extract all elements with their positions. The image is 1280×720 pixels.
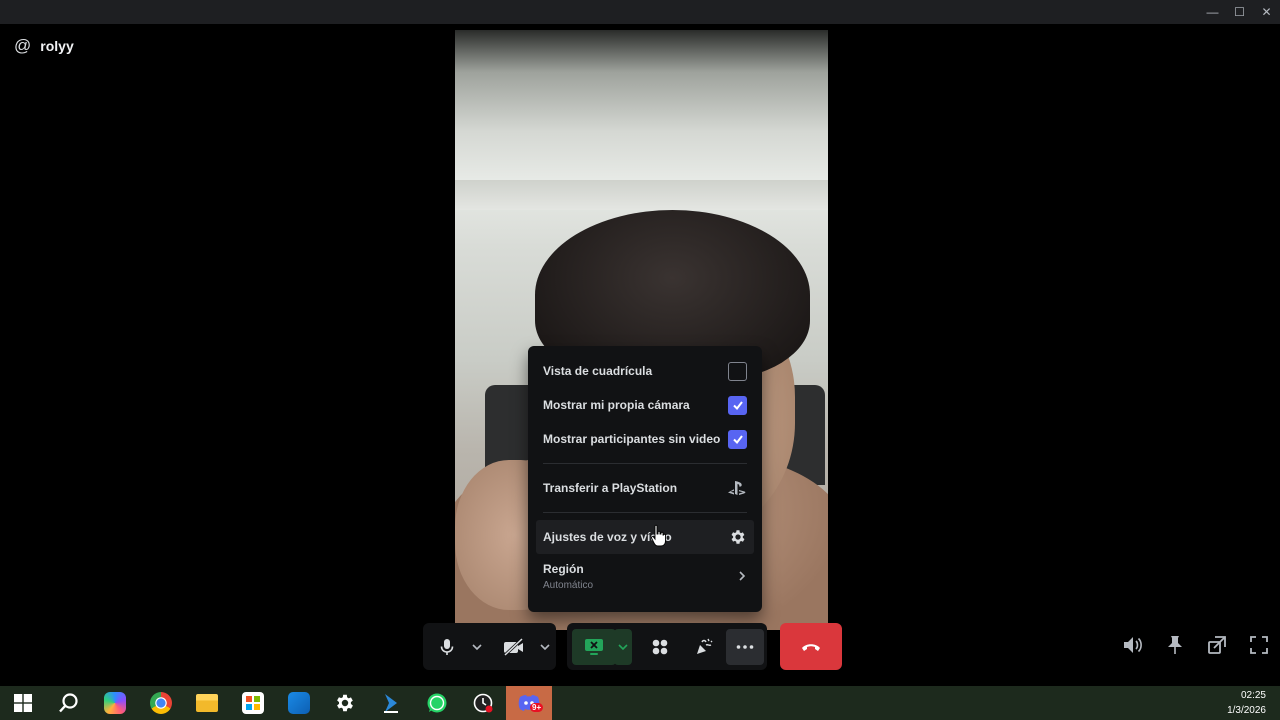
camera-off-icon <box>503 637 524 656</box>
menu-item-transfer-playstation[interactable]: Transferir a PlayStation <box>536 471 754 505</box>
fullscreen-icon <box>1249 635 1268 654</box>
right-tools <box>1121 633 1270 656</box>
power-automate-icon <box>384 694 398 713</box>
screen-share-button[interactable] <box>572 628 616 665</box>
microphone-button[interactable] <box>427 629 467 665</box>
file-explorer-icon <box>196 694 218 712</box>
call-actions <box>567 623 767 670</box>
whatsapp-button[interactable] <box>414 686 460 720</box>
microsoft-store-button[interactable] <box>230 686 276 720</box>
microphone-options-button[interactable] <box>467 629 487 665</box>
menu-item-label: Transferir a PlayStation <box>543 481 678 495</box>
show-no-video-checkbox[interactable] <box>728 429 747 449</box>
menu-divider <box>543 463 747 464</box>
show-own-camera-checkbox[interactable] <box>728 395 747 415</box>
camera-options-button[interactable] <box>537 629 553 665</box>
microphone-icon <box>440 638 454 655</box>
discord-button[interactable]: 9+ <box>506 686 552 720</box>
region-text: Región Automático <box>543 562 593 591</box>
microsoft-store-icon <box>242 692 264 714</box>
power-automate-button[interactable] <box>368 686 414 720</box>
soundboard-button[interactable] <box>682 629 726 665</box>
more-icon <box>736 644 754 649</box>
av-controls <box>423 623 556 670</box>
volume-icon <box>1123 636 1142 653</box>
discord-badge: 9+ <box>530 702 544 712</box>
clock-date: 1/3/2026 <box>1227 705 1266 716</box>
menu-item-label: Vista de cuadrícula <box>543 364 653 378</box>
close-button[interactable]: ✕ <box>1253 0 1280 24</box>
popout-icon <box>1207 635 1226 654</box>
outlook-icon <box>288 692 310 714</box>
menu-item-region[interactable]: Región Automático <box>536 554 754 598</box>
menu-item-label: Mostrar mi propia cámara <box>543 398 690 412</box>
hand-cursor-icon <box>650 524 666 547</box>
call-options-menu: Vista de cuadrícula Mostrar mi propia cá… <box>528 346 762 612</box>
settings-button[interactable] <box>322 686 368 720</box>
minimize-button[interactable]: — <box>1199 0 1226 24</box>
menu-item-voice-video-settings[interactable]: Ajustes de voz y vídeo <box>536 520 754 554</box>
file-explorer-button[interactable] <box>184 686 230 720</box>
gear-icon <box>731 530 745 544</box>
settings-icon <box>337 694 353 712</box>
check-icon <box>732 401 743 411</box>
popout-button[interactable] <box>1205 633 1228 656</box>
call-user-label: @ rolyy <box>14 36 74 56</box>
clock-time: 02:25 <box>1240 690 1266 701</box>
at-icon: @ <box>14 36 32 55</box>
chevron-right-icon <box>739 571 746 581</box>
outlook-button[interactable] <box>276 686 322 720</box>
pin-button[interactable] <box>1163 633 1186 656</box>
menu-item-label: Mostrar participantes sin video <box>543 432 721 446</box>
title-bar: — ☐ ✕ <box>0 0 1280 24</box>
chevron-down-icon <box>618 643 628 650</box>
chevron-down-icon <box>472 643 482 650</box>
copilot-icon <box>104 692 126 714</box>
maximize-button[interactable]: ☐ <box>1226 0 1253 24</box>
copilot-button[interactable] <box>92 686 138 720</box>
menu-item-show-no-video[interactable]: Mostrar participantes sin video <box>536 422 754 456</box>
hang-up-icon <box>802 643 820 651</box>
disconnect-button[interactable] <box>780 623 842 670</box>
chevron-down-icon <box>540 643 550 650</box>
check-icon <box>732 435 743 445</box>
windows-start-button[interactable] <box>0 686 46 720</box>
taskbar-clock[interactable]: 02:25 1/3/2026 <box>1227 688 1266 718</box>
taskbar-search-button[interactable] <box>46 686 92 720</box>
windows-taskbar: 9+ <box>0 686 1280 720</box>
screen-share-options-button[interactable] <box>614 628 632 665</box>
clock-app-button[interactable] <box>460 686 506 720</box>
chrome-icon <box>150 692 172 714</box>
menu-divider <box>543 512 747 513</box>
activities-icon <box>652 639 668 654</box>
whatsapp-icon <box>427 693 447 713</box>
clock-app-icon <box>473 693 493 713</box>
pin-icon <box>1167 635 1182 654</box>
camera-button[interactable] <box>491 629 537 665</box>
grid-view-checkbox[interactable] <box>728 361 747 381</box>
menu-item-show-own-camera[interactable]: Mostrar mi propia cámara <box>536 388 754 422</box>
activities-button[interactable] <box>638 629 682 665</box>
fullscreen-button[interactable] <box>1247 633 1270 656</box>
soundboard-icon <box>697 638 713 654</box>
more-options-button[interactable] <box>726 628 764 665</box>
windows-start-icon <box>14 694 32 712</box>
window-controls: — ☐ ✕ <box>1199 0 1280 24</box>
region-value: Automático <box>543 579 594 591</box>
volume-button[interactable] <box>1121 633 1144 656</box>
screen-share-icon <box>585 638 603 655</box>
chrome-button[interactable] <box>138 686 184 720</box>
username: rolyy <box>40 38 74 54</box>
region-label: Región <box>543 561 584 576</box>
video-background <box>455 180 828 210</box>
search-icon <box>59 693 78 713</box>
menu-item-grid-view[interactable]: Vista de cuadrícula <box>536 354 754 388</box>
playstation-icon <box>728 481 746 495</box>
